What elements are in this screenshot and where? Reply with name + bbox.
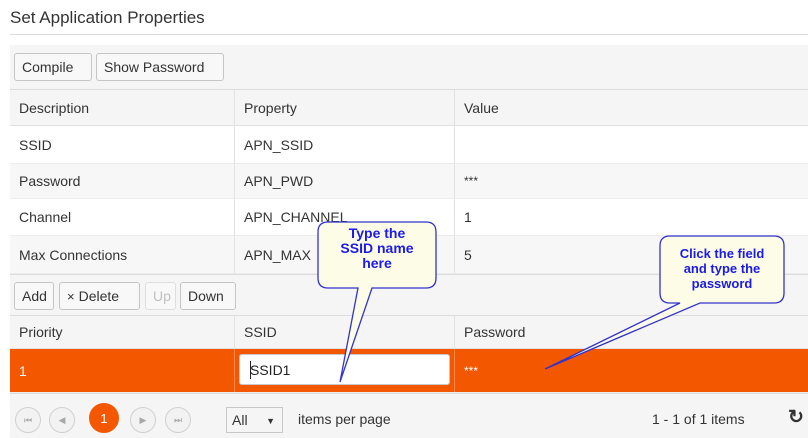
callout-line: Type the xyxy=(348,225,406,241)
callout-layer xyxy=(317,221,785,383)
ssid-callout-text: Type the SSID name here xyxy=(318,226,436,271)
callout-line: password xyxy=(691,276,753,291)
callout-line: and type the xyxy=(683,261,761,276)
callout-line: Click the field xyxy=(679,246,765,261)
callout-line: here xyxy=(362,255,392,271)
callout-line: SSID name xyxy=(340,240,414,256)
password-callout-text: Click the field and type the password xyxy=(660,246,784,291)
